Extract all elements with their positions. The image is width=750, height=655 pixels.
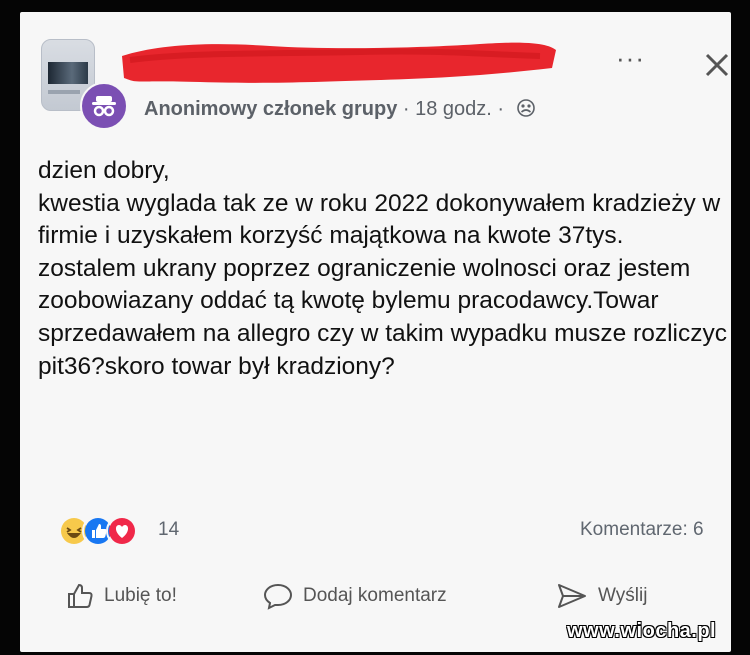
post-body: dzien dobry, kwestia wyglada tak ze w ro… — [38, 155, 728, 383]
comment-bubble-icon — [263, 583, 293, 610]
reaction-count[interactable]: 14 — [158, 519, 179, 541]
comments-count[interactable]: Komentarze: 6 — [580, 519, 704, 541]
author-name[interactable]: Anonimowy członek grupy — [144, 98, 397, 120]
post-text-line: dzien dobry, — [38, 157, 170, 184]
love-icon — [106, 515, 138, 547]
comment-button-label: Dodaj komentarz — [303, 585, 447, 606]
close-icon[interactable] — [704, 52, 730, 78]
like-button-label: Lubię to! — [104, 585, 177, 606]
site-watermark: www.wiocha.pl — [567, 620, 717, 642]
post-text-line: zostalem ukrany poprzez ograniczenie wol… — [38, 254, 727, 380]
anonymous-avatar[interactable] — [80, 82, 128, 130]
redaction-scribble — [122, 42, 556, 83]
post-author-line: Anonimowy członek grupy · 18 godz. · — [144, 98, 536, 124]
more-options-icon[interactable]: ··· — [616, 45, 645, 71]
group-thumbnail-image — [48, 62, 88, 84]
send-button[interactable]: Wyślij — [556, 582, 647, 610]
post-meta[interactable]: · 18 godz. · — [397, 98, 509, 120]
send-button-label: Wyślij — [598, 585, 648, 606]
post-card: Anonimowy członek grupy · 18 godz. · ···… — [20, 12, 731, 652]
group-members-icon — [516, 98, 536, 124]
thumbs-up-icon — [68, 583, 93, 608]
like-button[interactable]: Lubię to! — [66, 582, 177, 610]
comment-button[interactable]: Dodaj komentarz — [263, 582, 447, 610]
anonymous-member-icon — [92, 96, 116, 117]
group-thumbnail-caption — [48, 90, 80, 94]
post-text-line: kwestia wyglada tak ze w roku 2022 dokon… — [38, 189, 721, 250]
send-arrow-icon — [558, 584, 586, 608]
